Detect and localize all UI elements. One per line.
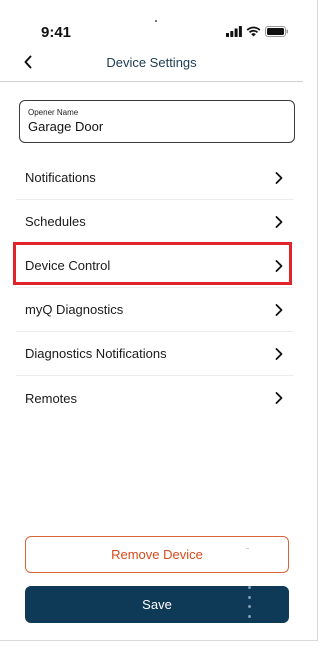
chevron-right-icon [272,170,286,186]
menu-item-label: Diagnostics Notifications [25,346,167,361]
status-icons [226,26,289,37]
opener-name-field[interactable]: Opener Name [19,100,295,143]
camera-dot [155,20,157,22]
cellular-signal-icon [226,26,242,37]
frame-edge-right [317,0,318,640]
divider-mark [246,548,249,549]
status-time: 9:41 [41,24,72,41]
page-title: Device Settings [106,55,197,70]
settings-menu: Notifications Schedules Device Control m… [16,156,294,420]
chevron-right-icon [272,214,286,230]
nav-header: Device Settings [0,46,303,82]
menu-item-label: Notifications [25,170,96,185]
menu-item-label: Schedules [25,214,86,229]
menu-item-diagnostics-notifications[interactable]: Diagnostics Notifications [16,332,294,376]
menu-item-label: Device Control [25,258,111,273]
remove-device-button[interactable]: Remove Device [25,536,289,573]
device-settings-screen: 9:41 Device Settings Opener Name Garage … [0,0,303,640]
opener-name-label: Opener Name [28,108,79,117]
chevron-right-icon [272,258,286,274]
chevron-right-icon [272,390,286,406]
battery-icon [265,26,288,37]
menu-item-notifications[interactable]: Notifications [16,156,294,200]
chevron-right-icon [272,346,286,362]
menu-item-remotes[interactable]: Remotes [16,376,294,420]
menu-item-device-control[interactable]: Device Control [16,244,294,288]
frame-edge-bottom [0,640,318,641]
menu-item-label: myQ Diagnostics [25,302,124,317]
save-button[interactable]: Save [25,586,289,623]
menu-item-label: Remotes [25,390,78,406]
menu-item-myq-diagnostics[interactable]: myQ Diagnostics [16,288,294,332]
chevron-right-icon [272,302,286,318]
wifi-icon [246,26,261,37]
status-bar: 9:41 [0,20,303,46]
opener-name-input[interactable] [28,119,286,134]
menu-item-schedules[interactable]: Schedules [16,200,294,244]
